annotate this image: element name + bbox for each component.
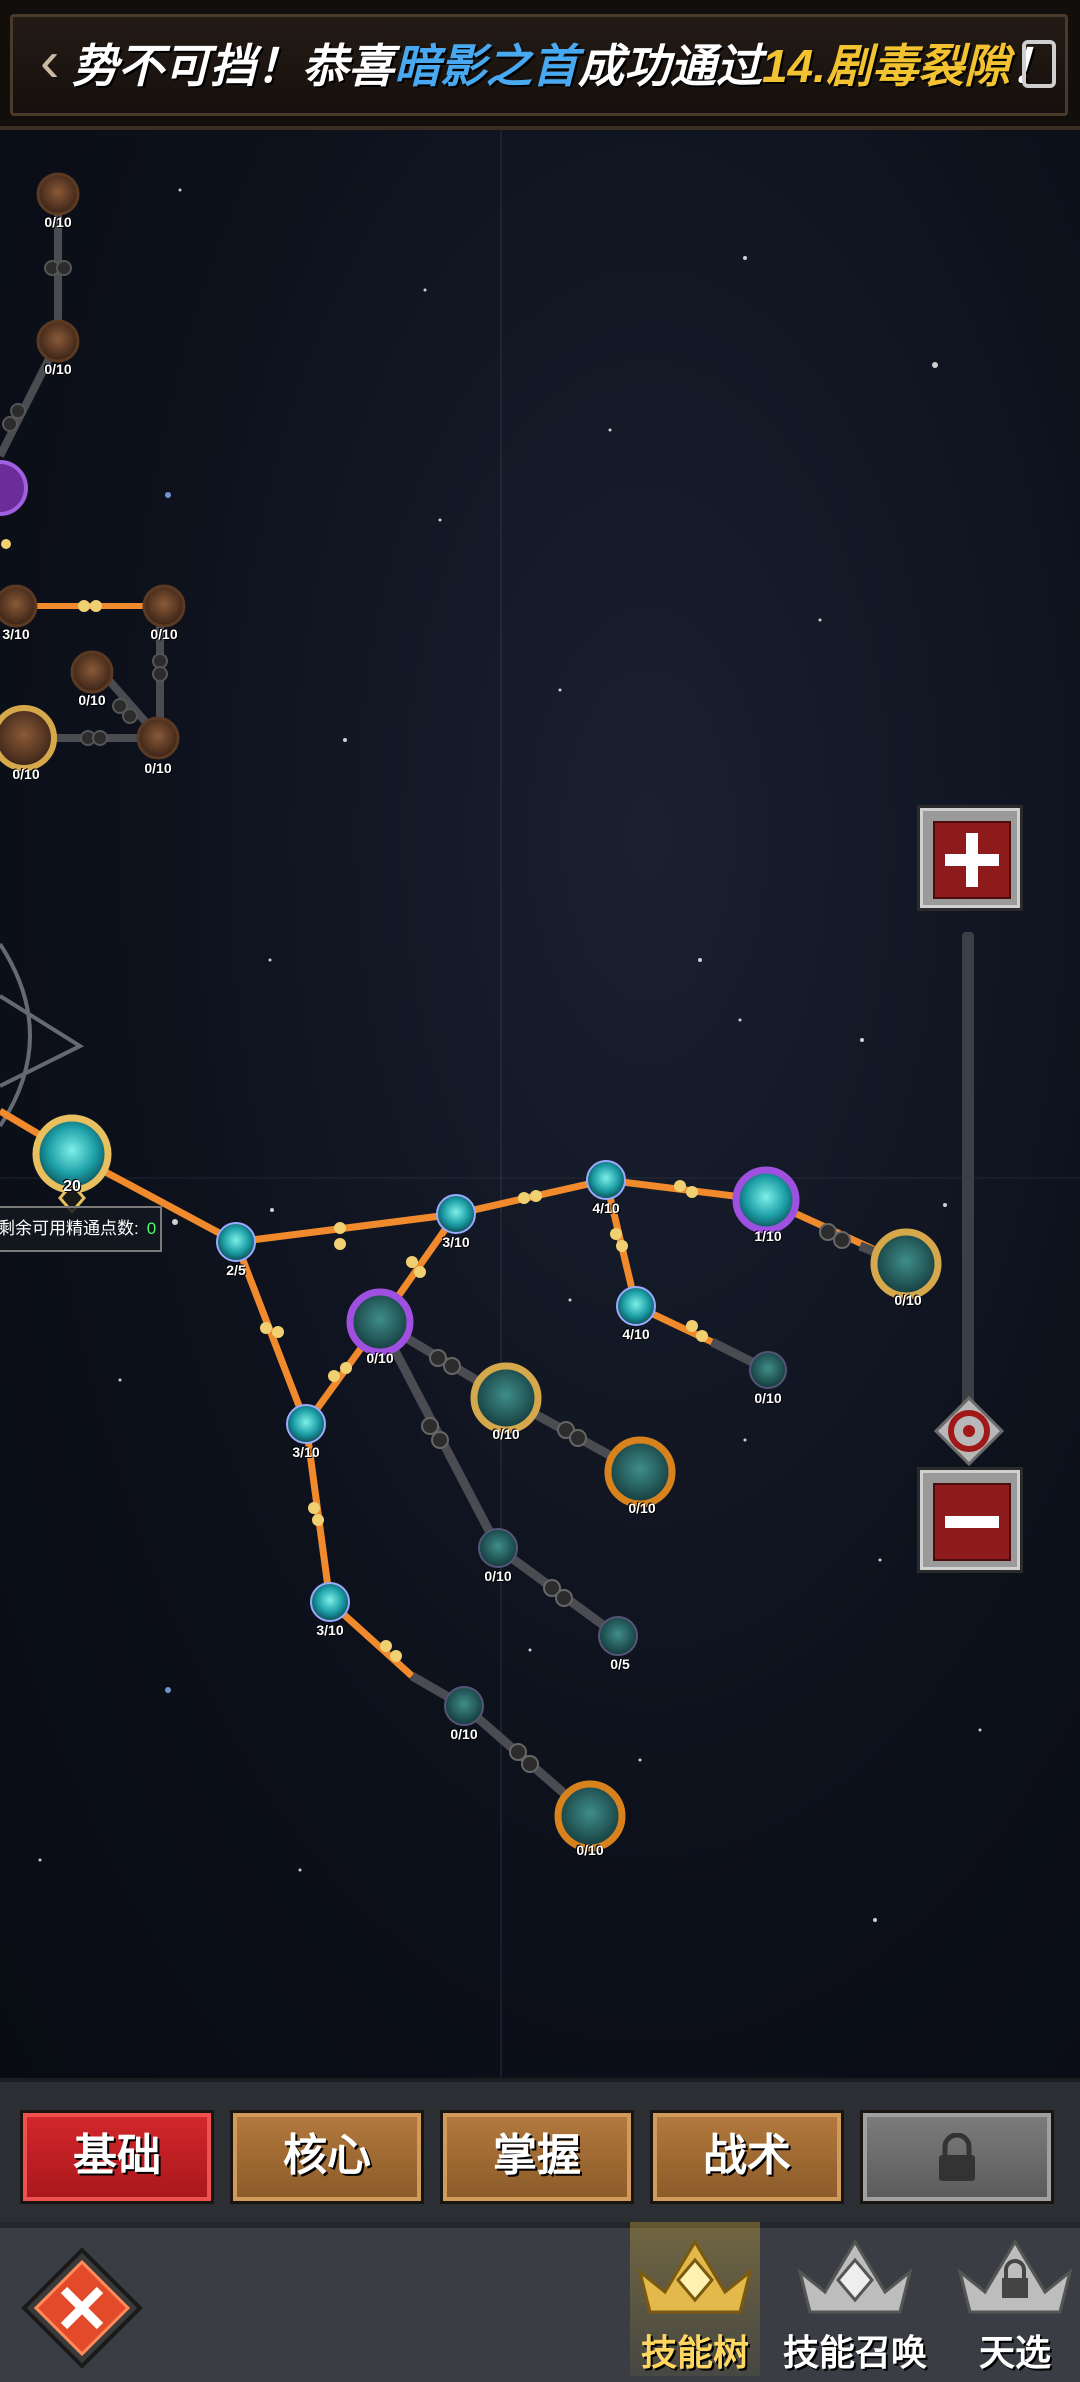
zoom-out-button[interactable] xyxy=(920,1470,1020,1570)
close-button[interactable] xyxy=(20,2246,144,2370)
node-level-label: 0/10 xyxy=(12,766,40,782)
target-icon xyxy=(934,1396,1004,1466)
skill-node[interactable] xyxy=(0,705,57,771)
skill-node[interactable] xyxy=(478,1528,518,1568)
tab-label: 掌握 xyxy=(493,2131,581,2180)
skill-node-epic[interactable] xyxy=(870,1228,942,1300)
banner-counter-icon xyxy=(1022,40,1056,88)
banner-message: 势不可挡！恭喜暗影之首成功通过14.剧毒裂隙！ xyxy=(72,30,1056,102)
banner-stage-name: 14.剧毒裂隙 xyxy=(762,40,1010,92)
node-level-label: 1/10 xyxy=(754,1228,782,1244)
root-node-level: 20 xyxy=(63,1178,81,1195)
skill-node[interactable] xyxy=(586,1160,626,1200)
lock-icon xyxy=(939,2132,975,2181)
node-level-label: 0/10 xyxy=(628,1500,656,1516)
skill-tree-root-node[interactable] xyxy=(32,1114,112,1215)
node-level-label: 0/10 xyxy=(894,1292,922,1308)
skill-node[interactable] xyxy=(142,584,186,628)
skill-node[interactable] xyxy=(216,1222,256,1262)
skill-tree-icon xyxy=(637,2239,753,2314)
plus-icon xyxy=(945,833,999,887)
skill-node[interactable] xyxy=(0,584,38,628)
nav-label: 技能树 xyxy=(640,2332,749,2373)
skill-node-legendary[interactable] xyxy=(604,1436,676,1508)
skill-node[interactable] xyxy=(444,1686,484,1726)
tab-label: 核心 xyxy=(283,2131,371,2180)
zoom-slider-track[interactable] xyxy=(962,932,974,1432)
tab-core[interactable]: 核心 xyxy=(230,2110,424,2204)
skill-node[interactable] xyxy=(436,1194,476,1234)
node-level-label: 3/10 xyxy=(316,1622,344,1638)
node-level-label: 4/10 xyxy=(592,1200,620,1216)
nav-skill-summon[interactable]: 技能召唤 xyxy=(783,2222,927,2376)
nav-destiny[interactable]: 天选 xyxy=(950,2222,1080,2376)
skill-node[interactable] xyxy=(616,1286,656,1326)
banner-text: 势不可挡！恭喜 xyxy=(72,40,394,92)
tab-locked[interactable] xyxy=(860,2110,1054,2204)
node-level-label: 0/10 xyxy=(44,361,72,377)
remaining-points-value: 0 xyxy=(146,1219,157,1238)
zoom-in-button[interactable] xyxy=(920,808,1020,908)
skill-node[interactable] xyxy=(310,1582,350,1622)
skill-node[interactable] xyxy=(36,319,80,363)
skill-node[interactable] xyxy=(598,1616,638,1656)
skill-node-rare[interactable] xyxy=(732,1166,800,1234)
tab-label: 基础 xyxy=(73,2131,161,2180)
node-level-label: 0/10 xyxy=(576,1842,604,1858)
node-level-label: 3/10 xyxy=(292,1444,320,1460)
tab-mastery[interactable]: 掌握 xyxy=(440,2110,634,2204)
remaining-points-tag: 剩余可用精通点数: 0 xyxy=(0,1206,162,1252)
nav-label: 技能召唤 xyxy=(782,2332,927,2373)
node-level-label: 3/10 xyxy=(2,626,30,642)
node-level-label: 2/5 xyxy=(226,1262,246,1278)
skill-node[interactable] xyxy=(0,460,28,516)
tab-basic[interactable]: 基础 xyxy=(20,2110,214,2204)
node-level-label: 0/10 xyxy=(450,1726,478,1742)
skill-tree xyxy=(0,172,942,1852)
node-level-label: 0/5 xyxy=(610,1656,630,1672)
node-level-label: 0/10 xyxy=(492,1426,520,1442)
category-tab-bar: 基础 核心 掌握 战术 xyxy=(0,2078,1080,2222)
close-icon xyxy=(21,2247,143,2369)
skill-summon-icon xyxy=(797,2239,913,2314)
skill-node[interactable] xyxy=(136,716,180,760)
node-level-label: 0/10 xyxy=(366,1350,394,1366)
locked-crown-icon xyxy=(957,2239,1073,2314)
node-level-label: 4/10 xyxy=(622,1326,650,1342)
node-level-label: 3/10 xyxy=(442,1234,470,1250)
skill-node-rare[interactable] xyxy=(346,1288,414,1356)
skill-node[interactable] xyxy=(286,1404,326,1444)
skill-node[interactable] xyxy=(36,172,80,216)
node-level-label: 0/10 xyxy=(754,1390,782,1406)
tab-label: 战术 xyxy=(703,2131,791,2180)
skill-node-epic[interactable] xyxy=(470,1362,542,1434)
zoom-slider-handle[interactable] xyxy=(934,1396,1004,1466)
remaining-points-label: 剩余可用精通点数: xyxy=(0,1219,139,1238)
nav-label: 天选 xyxy=(978,2332,1051,2373)
banner-text: 成功通过 xyxy=(578,40,762,92)
skill-node[interactable] xyxy=(749,1351,787,1389)
node-level-label: 0/10 xyxy=(78,692,106,708)
nav-skill-tree[interactable]: 技能树 xyxy=(630,2222,760,2376)
node-level-label: 0/10 xyxy=(150,626,178,642)
skill-node-legendary[interactable] xyxy=(554,1780,626,1852)
node-level-label: 0/10 xyxy=(44,214,72,230)
node-level-label: 0/10 xyxy=(484,1568,512,1584)
node-level-label: 0/10 xyxy=(144,760,172,776)
skill-node[interactable] xyxy=(70,650,114,694)
banner-player-name: 暗影之首 xyxy=(394,40,578,92)
notification-banner: ‹ 势不可挡！恭喜暗影之首成功通过14.剧毒裂隙！ xyxy=(0,0,1080,130)
minus-icon xyxy=(945,1516,999,1528)
tab-tactics[interactable]: 战术 xyxy=(650,2110,844,2204)
